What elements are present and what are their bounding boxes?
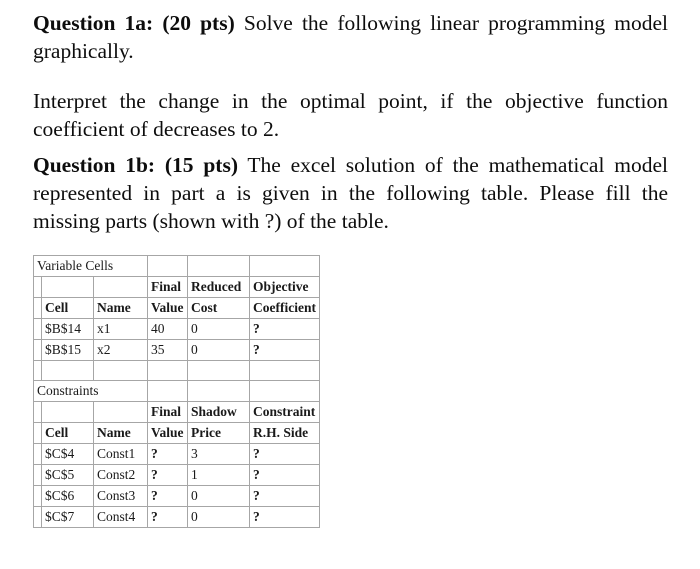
gutter-cell [33, 360, 42, 381]
variable-row-0-name: x1 [93, 318, 148, 340]
gutter-cell [33, 464, 42, 486]
gutter-cell [33, 443, 42, 465]
constraint-row-3-shadow-price: 0 [187, 506, 250, 528]
variable-row-1-cell: $B$15 [41, 339, 94, 361]
question-1a-label: Question 1a: (20 pts) [33, 11, 235, 35]
gutter-cell [33, 401, 42, 423]
header-bottom-cell-2: Value [147, 422, 188, 444]
header-top-cell-2: Final [147, 276, 188, 298]
header-bottom-cell-2: Value [147, 297, 188, 319]
constraint-row-1-rhs: ? [249, 464, 320, 486]
gutter-cell [33, 297, 42, 319]
constraint-row-0-rhs: ? [249, 443, 320, 465]
header-top-cell-0 [41, 276, 94, 298]
variable-row-0-cell: $B$14 [41, 318, 94, 340]
section-title-pad-2 [187, 380, 250, 402]
table-row: $C$6 Const3 ? 0 ? [33, 485, 320, 507]
variable-row-1-objective-coefficient: ? [249, 339, 320, 361]
constraint-row-2-cell: $C$6 [41, 485, 94, 507]
constraint-row-2-name: Const3 [93, 485, 148, 507]
constraint-row-1-name: Const2 [93, 464, 148, 486]
table-row-header-top-variable-cells: Final Reduced Objective [33, 276, 320, 298]
header-top-cell-4: Constraint [249, 401, 320, 423]
gutter-cell [33, 485, 42, 507]
spacer-cell-1 [93, 360, 148, 381]
table-row-spacer [33, 360, 320, 381]
variable-row-0-objective-coefficient: ? [249, 318, 320, 340]
variable-row-1-reduced-cost: 0 [187, 339, 250, 361]
constraint-row-0-cell: $C$4 [41, 443, 94, 465]
header-top-cell-1 [93, 401, 148, 423]
gutter-cell [33, 276, 42, 298]
spacer-cell-4 [249, 360, 320, 381]
header-top-cell-2: Final [147, 401, 188, 423]
constraint-row-2-shadow-price: 0 [187, 485, 250, 507]
gutter-cell [33, 339, 42, 361]
table-row: $B$14 x1 40 0 ? [33, 318, 320, 340]
table-row-header-bottom-variable-cells: Cell Name Value Cost Coefficient [33, 297, 320, 319]
header-bottom-cell-1: Name [93, 297, 148, 319]
header-bottom-cell-3: Cost [187, 297, 250, 319]
header-top-cell-3: Shadow [187, 401, 250, 423]
header-bottom-cell-0: Cell [41, 297, 94, 319]
table-row-section-title-constraints: Constraints [33, 380, 320, 402]
variable-row-1-name: x2 [93, 339, 148, 361]
spacer-cell-2 [147, 360, 188, 381]
header-bottom-cell-1: Name [93, 422, 148, 444]
variable-row-0-final-value: 40 [147, 318, 188, 340]
section-title-pad-1 [147, 255, 188, 277]
gutter-cell [33, 318, 42, 340]
constraint-row-0-name: Const1 [93, 443, 148, 465]
header-top-cell-0 [41, 401, 94, 423]
table-row-header-top-constraints: Final Shadow Constraint [33, 401, 320, 423]
table-row: $C$4 Const1 ? 3 ? [33, 443, 320, 465]
constraint-row-3-cell: $C$7 [41, 506, 94, 528]
constraint-row-0-shadow-price: 3 [187, 443, 250, 465]
constraint-row-2-rhs: ? [249, 485, 320, 507]
variable-row-1-final-value: 35 [147, 339, 188, 361]
gutter-cell [33, 422, 42, 444]
constraint-row-2-final-value: ? [147, 485, 188, 507]
section-title-pad-3 [249, 380, 320, 402]
constraint-row-1-final-value: ? [147, 464, 188, 486]
document-page: Question 1a: (20 pts) Solve the followin… [0, 0, 700, 569]
section-title-constraints: Constraints [33, 380, 148, 402]
table-row: $B$15 x2 35 0 ? [33, 339, 320, 361]
constraint-row-3-name: Const4 [93, 506, 148, 528]
table-row: $C$5 Const2 ? 1 ? [33, 464, 320, 486]
table-row: $C$7 Const4 ? 0 ? [33, 506, 320, 528]
constraint-row-3-rhs: ? [249, 506, 320, 528]
spacer-cell-3 [187, 360, 250, 381]
spacer-cell-0 [41, 360, 94, 381]
table-row-section-title-variable-cells: Variable Cells [33, 255, 320, 277]
header-bottom-cell-4: Coefficient [249, 297, 320, 319]
constraint-row-1-shadow-price: 1 [187, 464, 250, 486]
question-1b-paragraph: Question 1b: (15 pts) The excel solution… [33, 151, 668, 235]
section-title-pad-1 [147, 380, 188, 402]
header-bottom-cell-3: Price [187, 422, 250, 444]
sensitivity-report-table: Variable Cells Final Reduced Objective C… [33, 255, 320, 528]
gutter-cell [33, 506, 42, 528]
constraint-row-3-final-value: ? [147, 506, 188, 528]
question-1a-interpret-paragraph: Interpret the change in the optimal poin… [33, 87, 668, 143]
section-title-variable-cells: Variable Cells [33, 255, 148, 277]
question-1a-interpret-body: Interpret the change in the optimal poin… [33, 89, 668, 141]
header-top-cell-1 [93, 276, 148, 298]
table-row-header-bottom-constraints: Cell Name Value Price R.H. Side [33, 422, 320, 444]
constraint-row-0-final-value: ? [147, 443, 188, 465]
question-1a-paragraph: Question 1a: (20 pts) Solve the followin… [33, 9, 668, 65]
header-bottom-cell-4: R.H. Side [249, 422, 320, 444]
section-title-pad-3 [249, 255, 320, 277]
header-top-cell-3: Reduced [187, 276, 250, 298]
header-bottom-cell-0: Cell [41, 422, 94, 444]
question-1b-label: Question 1b: (15 pts) [33, 153, 238, 177]
header-top-cell-4: Objective [249, 276, 320, 298]
constraint-row-1-cell: $C$5 [41, 464, 94, 486]
section-title-pad-2 [187, 255, 250, 277]
variable-row-0-reduced-cost: 0 [187, 318, 250, 340]
